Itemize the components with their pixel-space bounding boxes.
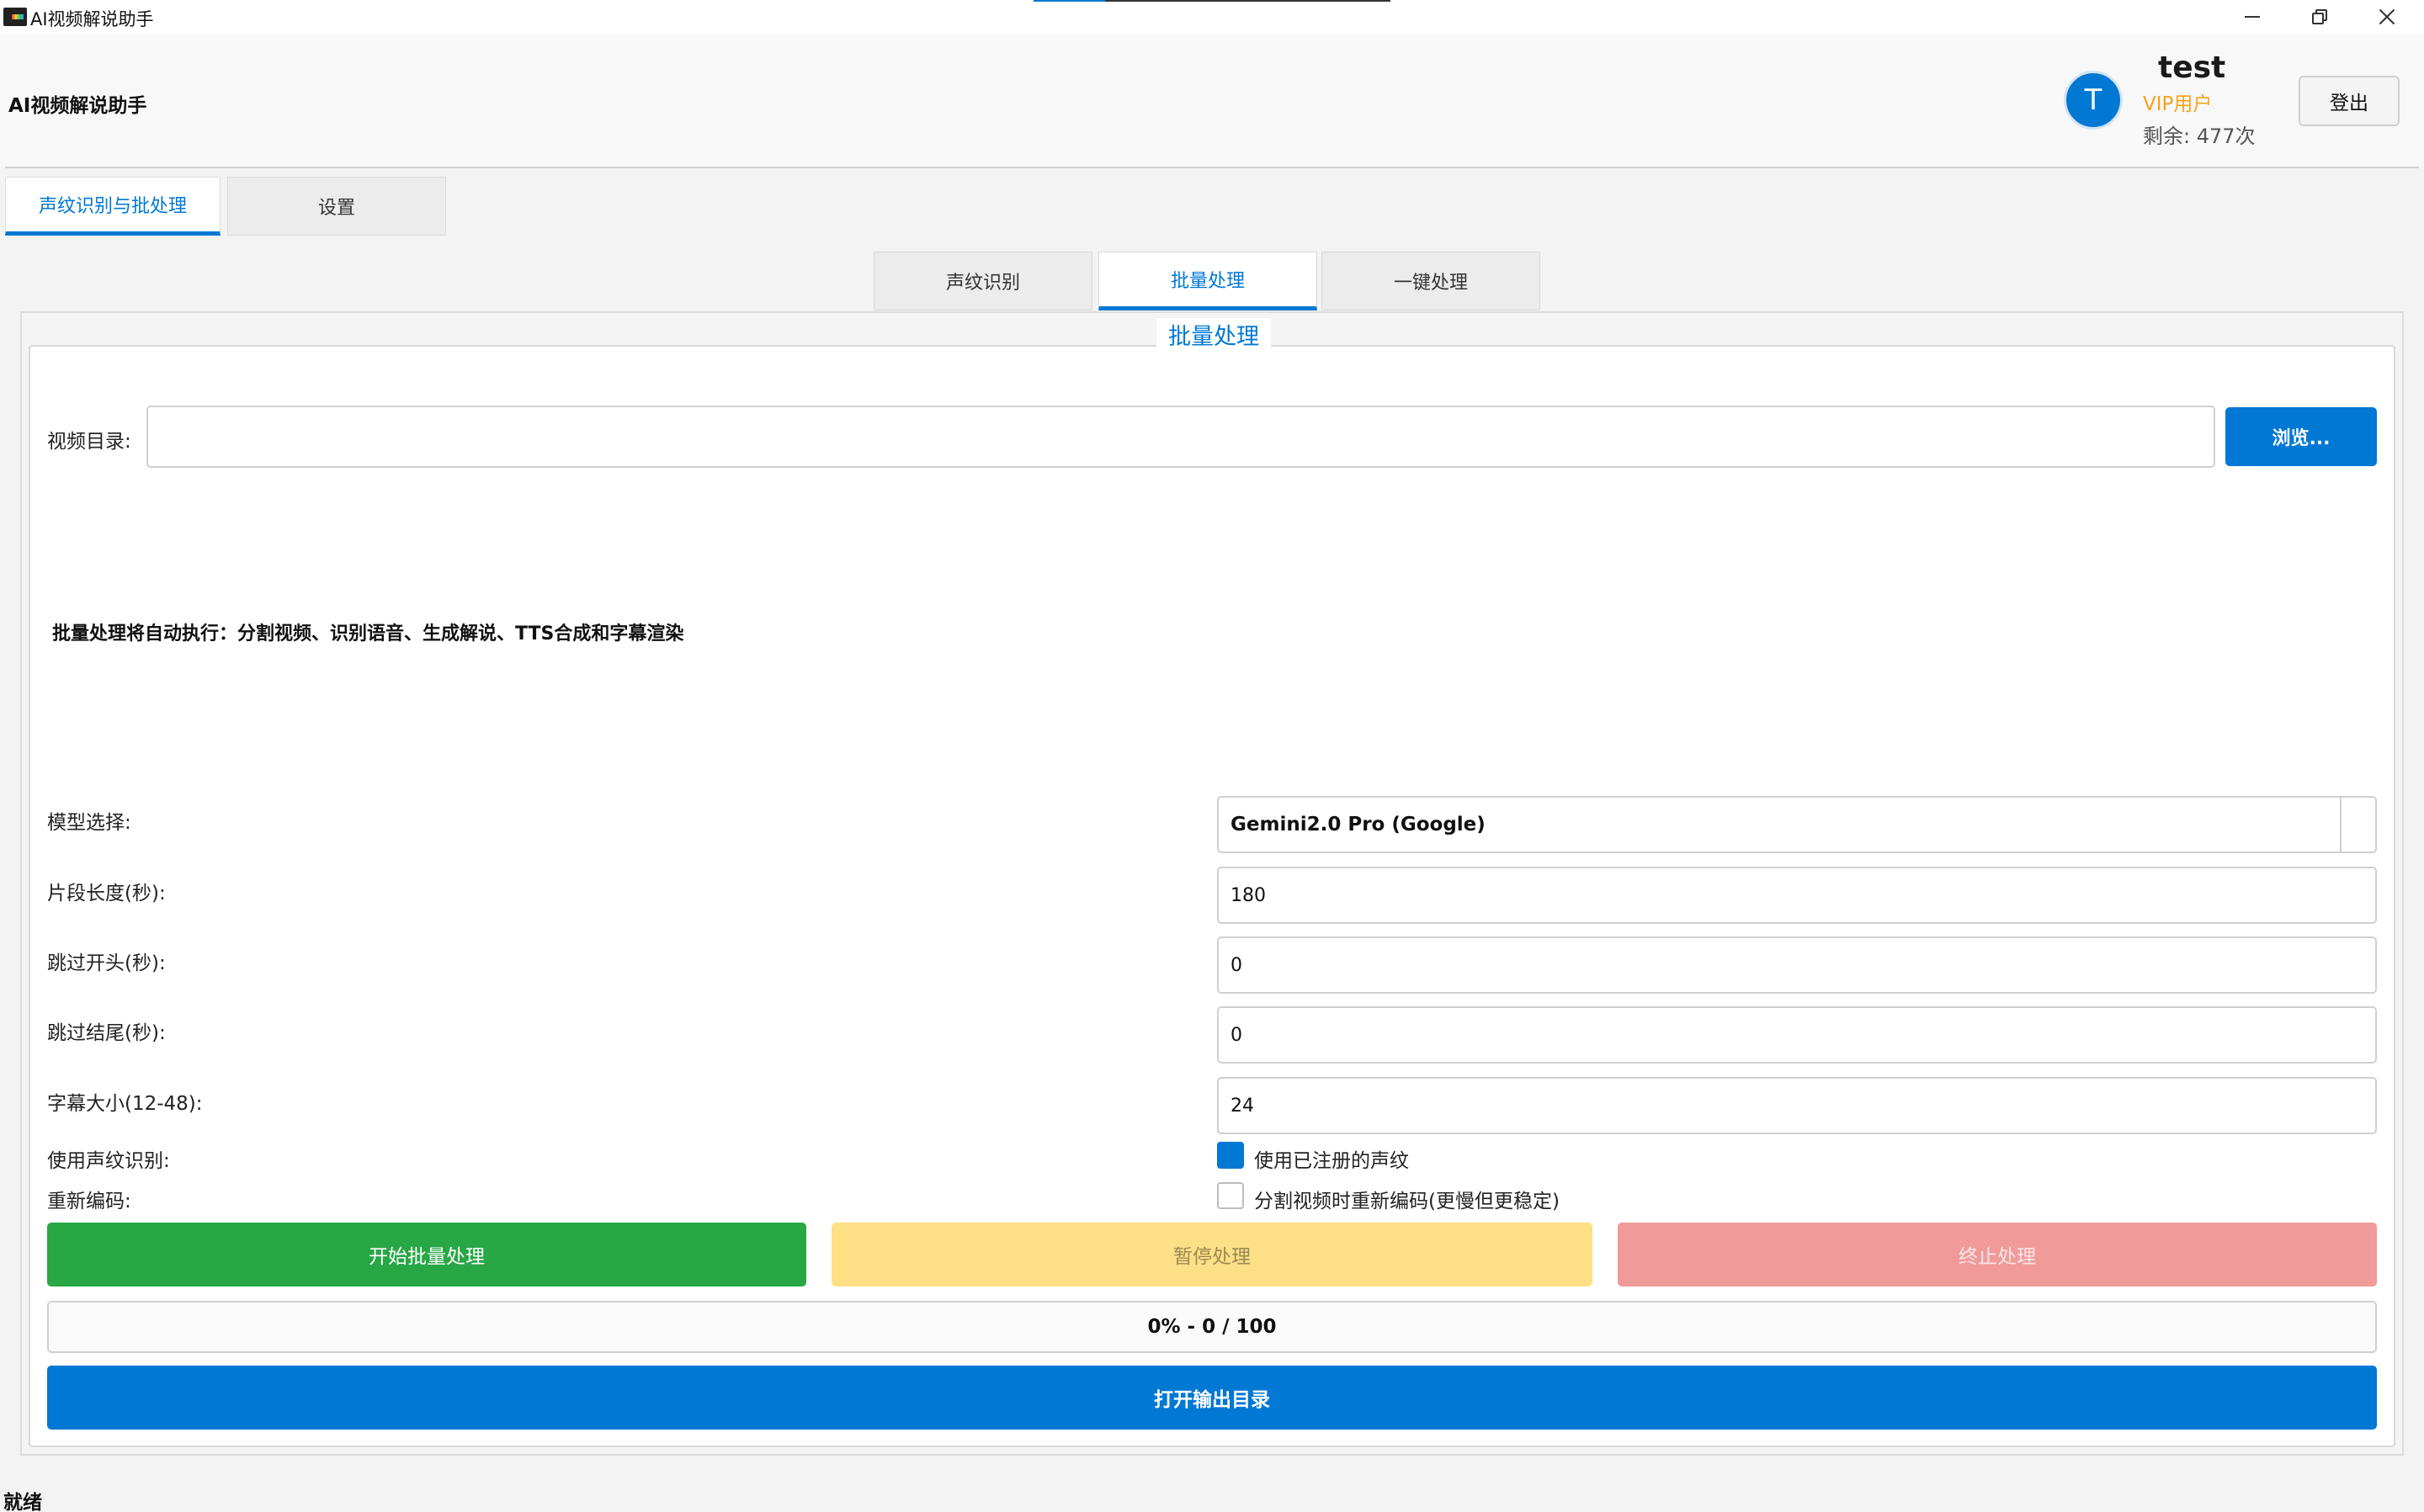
header bbox=[0, 34, 2424, 168]
model-label: 模型选择: bbox=[47, 812, 131, 834]
stop-button[interactable]: 终止处理 bbox=[1618, 1223, 2377, 1287]
tab-settings[interactable]: 设置 bbox=[227, 177, 446, 236]
skip-end-input[interactable]: 0 bbox=[1217, 1006, 2377, 1064]
header-divider bbox=[5, 167, 2419, 168]
subtab-batch[interactable]: 批量处理 bbox=[1098, 252, 1317, 310]
segment-length-input[interactable]: 180 bbox=[1217, 867, 2377, 924]
batch-info-text: 批量处理将自动执行：分割视频、识别语音、生成解说、TTS合成和字幕渲染 bbox=[52, 623, 684, 645]
title-progress-indicator bbox=[1034, 0, 1390, 2]
vip-badge: VIP用户 bbox=[2143, 93, 2213, 115]
avatar: T bbox=[2064, 71, 2123, 130]
browse-button[interactable]: 浏览... bbox=[2225, 407, 2377, 466]
open-output-dir-button[interactable]: 打开输出目录 bbox=[47, 1366, 2377, 1430]
status-bar bbox=[0, 1474, 2424, 1512]
use-voiceprint-checkbox-label[interactable]: 使用已注册的声纹 bbox=[1254, 1144, 1409, 1173]
progress-bar: 0% - 0 / 100 bbox=[47, 1301, 2377, 1353]
app-logo-icon bbox=[3, 8, 27, 26]
skip-end-label: 跳过结尾(秒): bbox=[47, 1022, 166, 1044]
skip-start-label: 跳过开头(秒): bbox=[47, 952, 166, 974]
use-voiceprint-label: 使用声纹识别: bbox=[47, 1150, 170, 1172]
restore-button[interactable] bbox=[2286, 0, 2353, 34]
progress-text: 0% - 0 / 100 bbox=[1147, 1316, 1277, 1338]
minimize-icon bbox=[2245, 16, 2260, 18]
start-batch-button[interactable]: 开始批量处理 bbox=[47, 1223, 806, 1287]
subtitle-size-label: 字幕大小(12-48): bbox=[47, 1093, 203, 1115]
tab-voiceprint-batch[interactable]: 声纹识别与批处理 bbox=[5, 177, 221, 236]
window-title: AI视频解说助手 bbox=[30, 9, 154, 29]
group-title: 批量处理 bbox=[1156, 318, 1271, 351]
status-text: 就绪 bbox=[3, 1492, 42, 1512]
remaining-count: 剩余: 477次 bbox=[2143, 125, 2256, 148]
title-progress-fill bbox=[1034, 0, 1105, 2]
pause-button[interactable]: 暂停处理 bbox=[832, 1223, 1592, 1287]
reencode-label: 重新编码: bbox=[47, 1191, 131, 1212]
video-dir-input[interactable] bbox=[146, 406, 2215, 468]
dropdown-arrow-icon[interactable] bbox=[2340, 798, 2375, 851]
reencode-checkbox-label[interactable]: 分割视频时重新编码(更慢但更稳定) bbox=[1254, 1185, 1560, 1213]
video-dir-label: 视频目录: bbox=[47, 431, 131, 453]
model-select[interactable]: Gemini2.0 Pro (Google) bbox=[1217, 796, 2377, 853]
username: test bbox=[2158, 50, 2226, 85]
app-name: AI视频解说助手 bbox=[8, 95, 147, 117]
subtab-voiceprint[interactable]: 声纹识别 bbox=[874, 252, 1092, 310]
subtab-one-click[interactable]: 一键处理 bbox=[1321, 252, 1540, 310]
use-voiceprint-checkbox[interactable] bbox=[1217, 1142, 1244, 1169]
title-bar bbox=[0, 0, 2424, 34]
close-button[interactable] bbox=[2353, 0, 2421, 34]
logout-button[interactable]: 登出 bbox=[2299, 76, 2400, 126]
skip-start-input[interactable]: 0 bbox=[1217, 936, 2377, 994]
model-select-value: Gemini2.0 Pro (Google) bbox=[1231, 814, 1486, 836]
segment-length-label: 片段长度(秒): bbox=[47, 883, 166, 905]
restore-icon bbox=[2312, 9, 2327, 24]
reencode-checkbox[interactable] bbox=[1217, 1182, 1244, 1209]
close-icon bbox=[2379, 8, 2395, 25]
minimize-button[interactable] bbox=[2219, 0, 2286, 34]
subtitle-size-input[interactable]: 24 bbox=[1217, 1077, 2377, 1134]
